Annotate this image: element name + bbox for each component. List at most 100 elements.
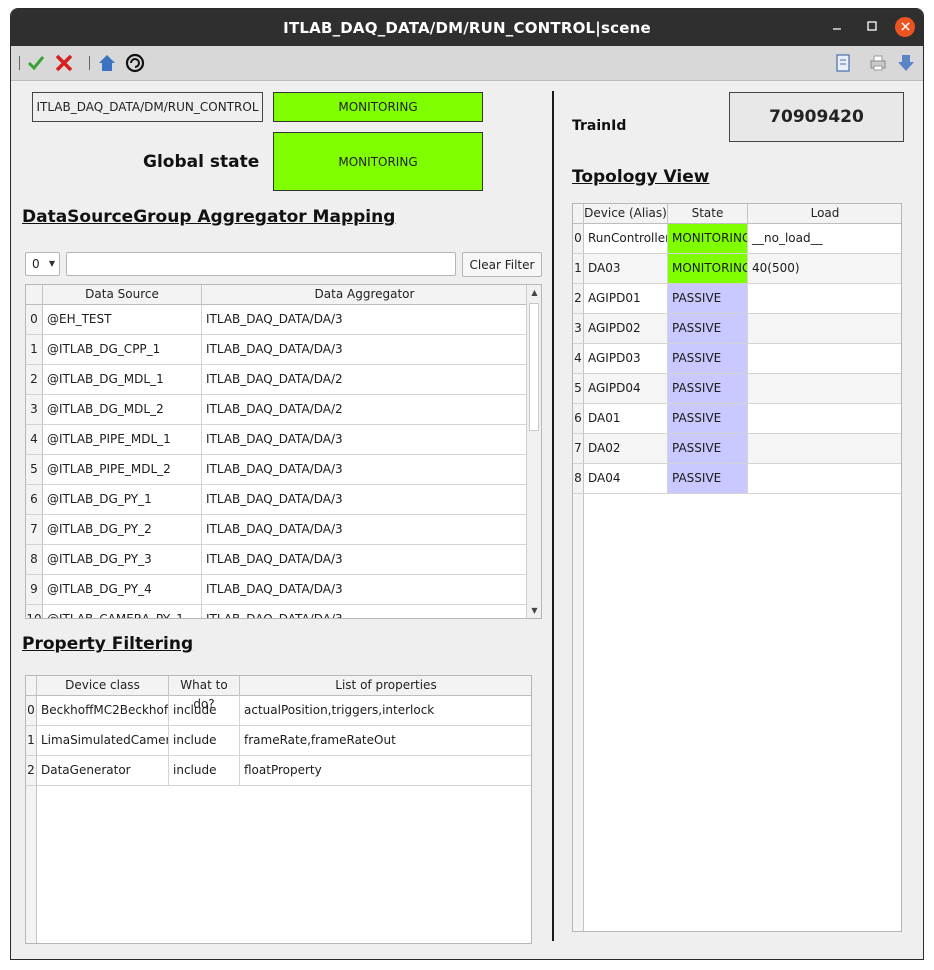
table-row[interactable]: 8 @ITLAB_DG_PY_3 ITLAB_DAQ_DATA/DA/3 <box>26 545 528 575</box>
state-cell[interactable]: PASSIVE <box>668 284 748 314</box>
table-row[interactable]: 2 AGIPD01 PASSIVE <box>573 284 901 314</box>
column-header[interactable]: Device (Alias) <box>584 204 668 224</box>
data-aggregator-cell[interactable]: ITLAB_DAQ_DATA/DA/3 <box>202 605 528 618</box>
state-cell[interactable]: PASSIVE <box>668 344 748 374</box>
load-cell[interactable] <box>748 464 901 494</box>
column-header[interactable]: Device class <box>37 676 169 696</box>
state-cell[interactable]: PASSIVE <box>668 404 748 434</box>
load-cell[interactable] <box>748 434 901 464</box>
data-source-cell[interactable]: @EH_TEST <box>43 305 202 335</box>
table-row[interactable]: 9 @ITLAB_DG_PY_4 ITLAB_DAQ_DATA/DA/3 <box>26 575 528 605</box>
data-source-cell[interactable]: @ITLAB_CAMERA_PY_1 <box>43 605 202 618</box>
column-header[interactable]: What to do? <box>169 676 240 711</box>
device-class-cell[interactable]: DataGenerator <box>37 756 169 786</box>
table-row[interactable]: 5 AGIPD04 PASSIVE <box>573 374 901 404</box>
properties-cell[interactable]: floatProperty <box>240 756 531 786</box>
data-aggregator-cell[interactable]: ITLAB_DAQ_DATA/DA/2 <box>202 395 528 425</box>
device-alias-cell[interactable]: RunController <box>584 224 668 254</box>
device-class-cell[interactable]: BeckhoffMC2Beckhoff <box>37 696 169 726</box>
data-aggregator-cell[interactable]: ITLAB_DAQ_DATA/DA/3 <box>202 515 528 545</box>
minimize-button[interactable] <box>826 17 848 39</box>
state-cell[interactable]: MONITORING <box>668 224 748 254</box>
device-alias-cell[interactable]: AGIPD01 <box>584 284 668 314</box>
download-button[interactable] <box>894 51 918 75</box>
properties-cell[interactable]: frameRate,frameRateOut <box>240 726 531 756</box>
table-row[interactable]: 10 @ITLAB_CAMERA_PY_1 ITLAB_DAQ_DATA/DA/3 <box>26 605 528 618</box>
column-select[interactable]: 0 ▼ <box>25 252 60 276</box>
close-button[interactable] <box>895 17 915 37</box>
load-cell[interactable]: 40(500) <box>748 254 901 284</box>
table-row[interactable]: 4 AGIPD03 PASSIVE <box>573 344 901 374</box>
table-row[interactable]: 1 DA03 MONITORING 40(500) <box>573 254 901 284</box>
device-alias-cell[interactable]: AGIPD04 <box>584 374 668 404</box>
device-alias-cell[interactable]: DA04 <box>584 464 668 494</box>
data-source-cell[interactable]: @ITLAB_DG_PY_1 <box>43 485 202 515</box>
table-row[interactable]: 7 @ITLAB_DG_PY_2 ITLAB_DAQ_DATA/DA/3 <box>26 515 528 545</box>
table-row[interactable]: 2 @ITLAB_DG_MDL_1 ITLAB_DAQ_DATA/DA/2 <box>26 365 528 395</box>
table-row[interactable]: 2 DataGenerator include floatProperty <box>26 756 531 786</box>
device-alias-cell[interactable]: AGIPD03 <box>584 344 668 374</box>
device-alias-cell[interactable]: DA03 <box>584 254 668 284</box>
data-source-cell[interactable]: @ITLAB_DG_PY_2 <box>43 515 202 545</box>
data-aggregator-cell[interactable]: ITLAB_DAQ_DATA/DA/3 <box>202 305 528 335</box>
action-cell[interactable]: include <box>169 726 240 756</box>
configure-button[interactable] <box>831 51 855 75</box>
table-row[interactable]: 8 DA04 PASSIVE <box>573 464 901 494</box>
data-source-cell[interactable]: @ITLAB_DG_PY_4 <box>43 575 202 605</box>
table-row[interactable]: 5 @ITLAB_PIPE_MDL_2 ITLAB_DAQ_DATA/DA/3 <box>26 455 528 485</box>
data-aggregator-cell[interactable]: ITLAB_DAQ_DATA/DA/3 <box>202 455 528 485</box>
load-cell[interactable] <box>748 374 901 404</box>
state-cell[interactable]: PASSIVE <box>668 434 748 464</box>
table-row[interactable]: 0 @EH_TEST ITLAB_DAQ_DATA/DA/3 <box>26 305 528 335</box>
table-row[interactable]: 3 @ITLAB_DG_MDL_2 ITLAB_DAQ_DATA/DA/2 <box>26 395 528 425</box>
clear-filter-button[interactable]: Clear Filter <box>462 252 542 277</box>
apply-button[interactable] <box>24 51 48 75</box>
cancel-button[interactable] <box>52 51 76 75</box>
device-alias-cell[interactable]: DA01 <box>584 404 668 434</box>
state-cell[interactable]: PASSIVE <box>668 314 748 344</box>
device-alias-cell[interactable]: AGIPD02 <box>584 314 668 344</box>
table-row[interactable]: 0 RunController MONITORING __no_load__ <box>573 224 901 254</box>
table-row[interactable]: 1 @ITLAB_DG_CPP_1 ITLAB_DAQ_DATA/DA/3 <box>26 335 528 365</box>
table-row[interactable]: 4 @ITLAB_PIPE_MDL_1 ITLAB_DAQ_DATA/DA/3 <box>26 425 528 455</box>
table-row[interactable]: 0 BeckhoffMC2Beckhoff include actualPositio… <box>26 696 531 726</box>
reload-button[interactable] <box>123 51 147 75</box>
table-row[interactable]: 3 AGIPD02 PASSIVE <box>573 314 901 344</box>
data-aggregator-cell[interactable]: ITLAB_DAQ_DATA/DA/2 <box>202 365 528 395</box>
home-button[interactable] <box>95 51 119 75</box>
data-source-cell[interactable]: @ITLAB_DG_MDL_2 <box>43 395 202 425</box>
load-cell[interactable] <box>748 404 901 434</box>
state-cell[interactable]: MONITORING <box>668 254 748 284</box>
data-aggregator-cell[interactable]: ITLAB_DAQ_DATA/DA/3 <box>202 485 528 515</box>
action-cell[interactable]: include <box>169 756 240 786</box>
maximize-button[interactable] <box>861 17 883 39</box>
properties-cell[interactable]: actualPosition,triggers,interlock <box>240 696 531 726</box>
data-source-cell[interactable]: @ITLAB_PIPE_MDL_1 <box>43 425 202 455</box>
data-aggregator-cell[interactable]: ITLAB_DAQ_DATA/DA/3 <box>202 575 528 605</box>
data-aggregator-cell[interactable]: ITLAB_DAQ_DATA/DA/3 <box>202 335 528 365</box>
data-source-cell[interactable]: @ITLAB_DG_CPP_1 <box>43 335 202 365</box>
column-header[interactable]: Data Source <box>43 285 202 305</box>
data-source-cell[interactable]: @ITLAB_DG_PY_3 <box>43 545 202 575</box>
scroll-up-icon[interactable]: ▲ <box>527 285 541 300</box>
table-row[interactable]: 6 @ITLAB_DG_PY_1 ITLAB_DAQ_DATA/DA/3 <box>26 485 528 515</box>
load-cell[interactable]: __no_load__ <box>748 224 901 254</box>
device-class-cell[interactable]: LimaSimulatedCamera <box>37 726 169 756</box>
load-cell[interactable] <box>748 314 901 344</box>
data-source-cell[interactable]: @ITLAB_PIPE_MDL_2 <box>43 455 202 485</box>
scroll-down-icon[interactable]: ▼ <box>527 603 541 618</box>
state-cell[interactable]: PASSIVE <box>668 464 748 494</box>
load-cell[interactable] <box>748 284 901 314</box>
load-cell[interactable] <box>748 344 901 374</box>
device-alias-cell[interactable]: DA02 <box>584 434 668 464</box>
data-aggregator-cell[interactable]: ITLAB_DAQ_DATA/DA/3 <box>202 425 528 455</box>
data-source-cell[interactable]: @ITLAB_DG_MDL_1 <box>43 365 202 395</box>
scroll-thumb[interactable] <box>529 303 539 431</box>
vertical-scrollbar[interactable]: ▲ ▼ <box>526 285 541 618</box>
column-header[interactable]: Load <box>748 204 901 224</box>
column-header[interactable]: List of properties <box>240 676 531 696</box>
column-header[interactable]: State <box>668 204 748 224</box>
filter-input[interactable] <box>66 252 456 276</box>
table-row[interactable]: 1 LimaSimulatedCamera include frameRate,fra… <box>26 726 531 756</box>
print-button[interactable] <box>866 51 890 75</box>
